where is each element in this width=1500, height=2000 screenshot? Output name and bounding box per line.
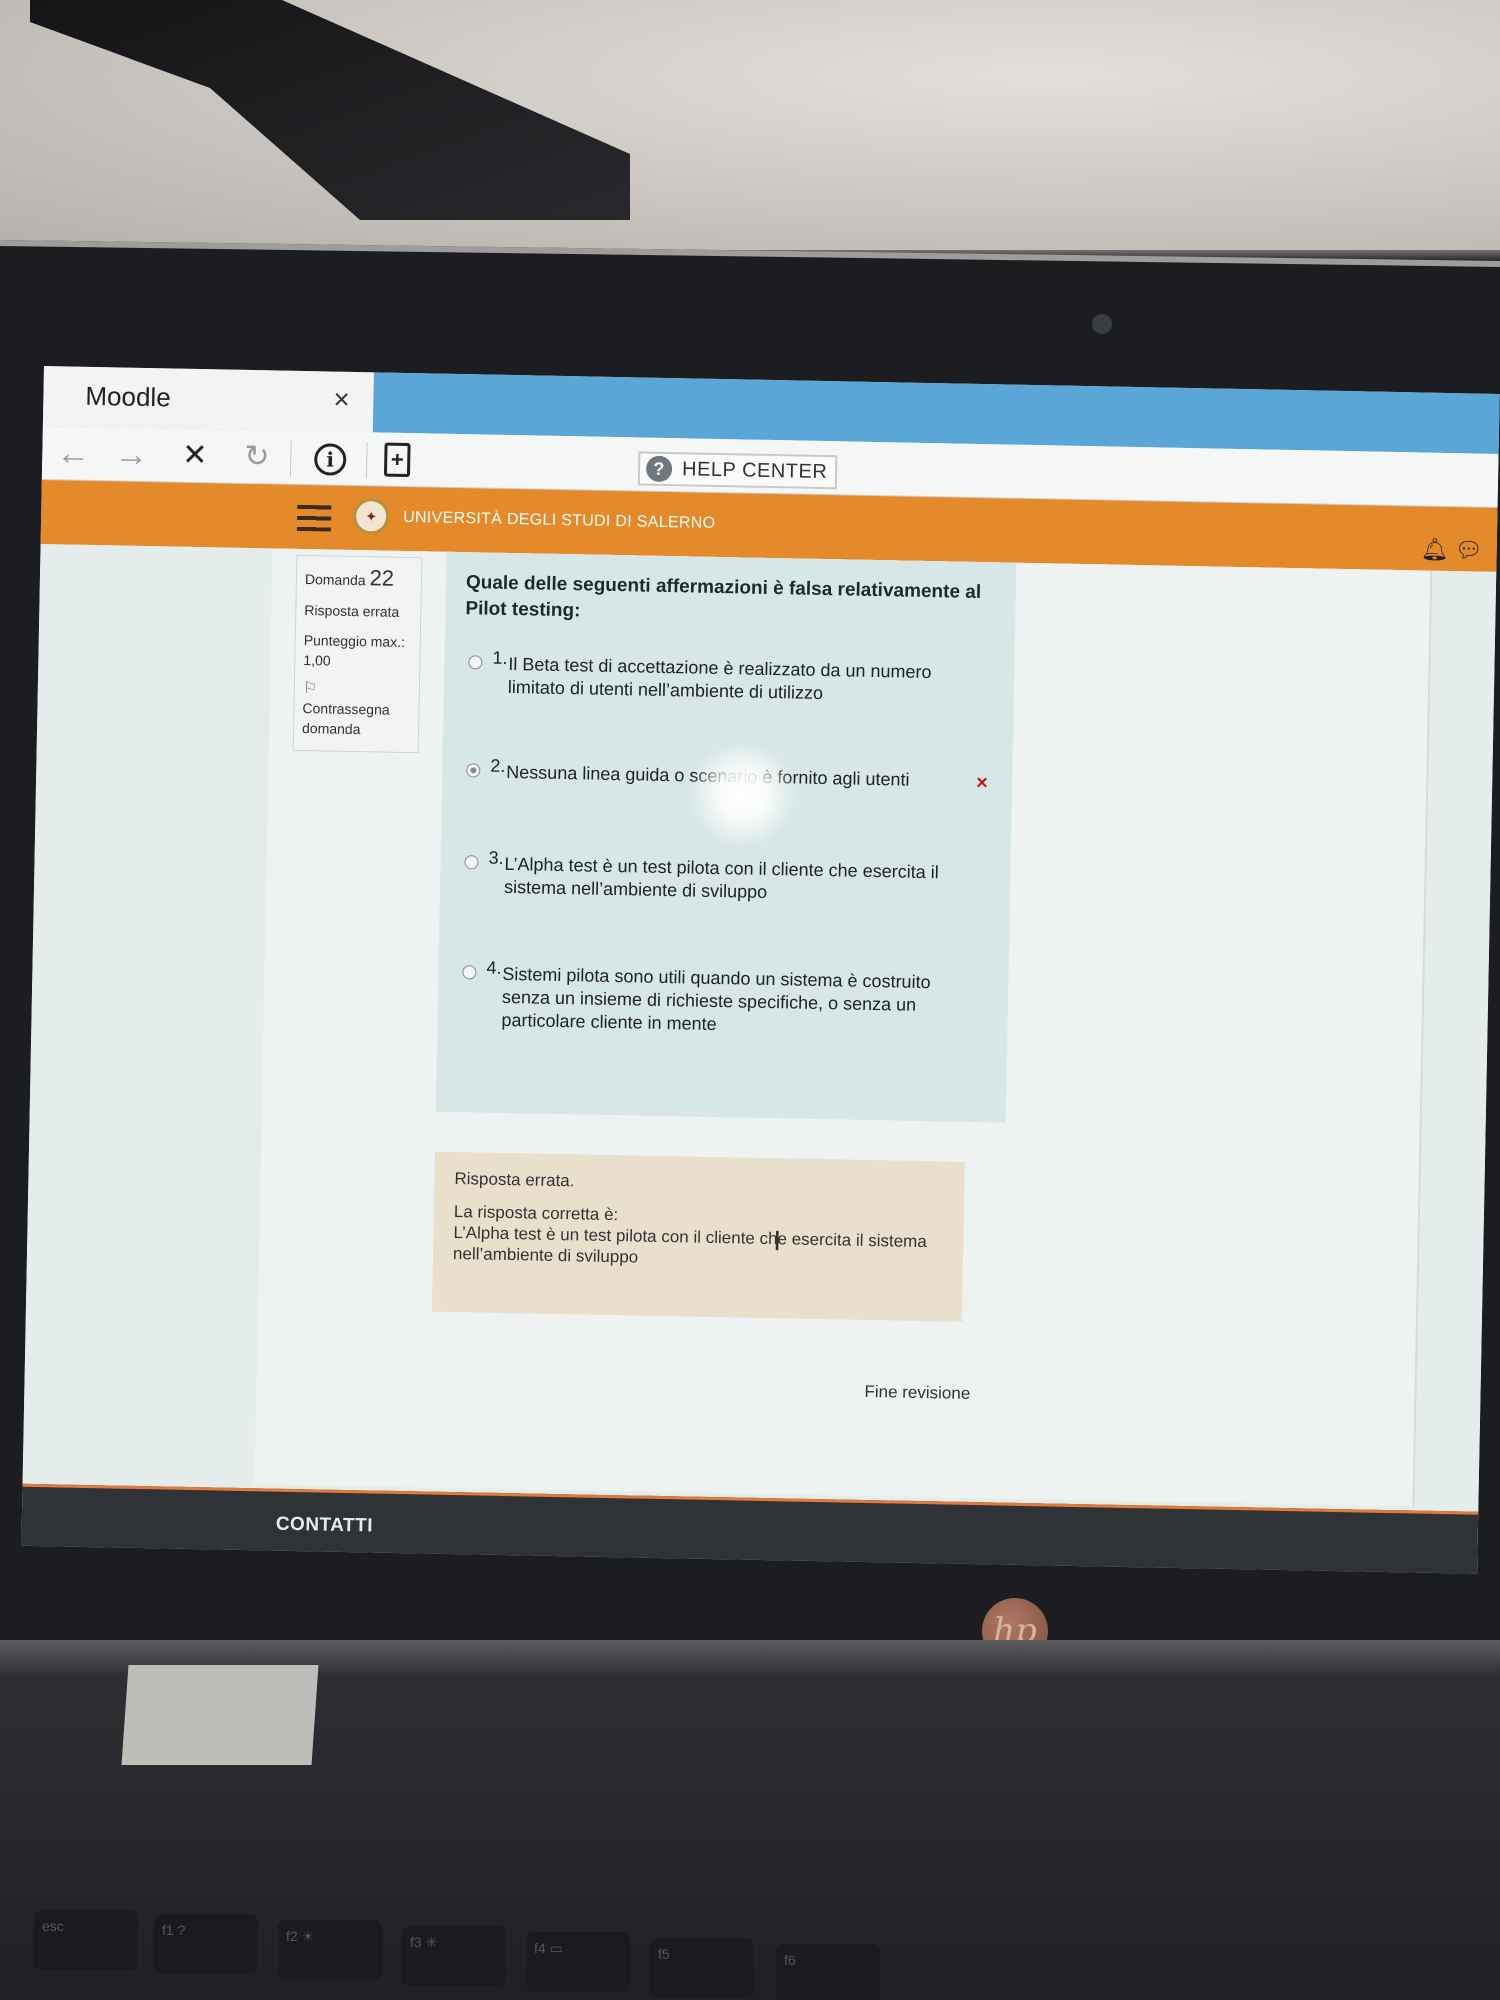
question-number-value: 22 (369, 565, 395, 591)
answer-text: Sistemi pilota sono utili quando un sist… (501, 963, 931, 1035)
flag-icon[interactable]: ⚐ (303, 678, 411, 700)
flag-question-link[interactable]: Contrassegna domanda (302, 698, 399, 740)
toolbar-divider (289, 440, 292, 477)
answer-number: 1. (492, 647, 508, 668)
answer-radio[interactable] (462, 965, 477, 980)
max-score-value: 1,00 (303, 652, 331, 669)
question-state: Risposta errata (304, 602, 400, 620)
keyboard-key: f3 ✳ (402, 1926, 506, 1986)
chat-icon[interactable]: 💬︎ (1454, 537, 1482, 564)
finish-review-link[interactable]: Fine revisione (864, 1382, 970, 1404)
help-icon: ? (645, 455, 673, 483)
answer-number: 4. (486, 957, 502, 978)
answer-option[interactable]: 4. Sistemi pilota sono utili quando un s… (461, 958, 982, 1041)
new-page-icon[interactable]: + (383, 442, 411, 478)
back-arrow-icon[interactable]: ← (56, 434, 91, 473)
main-content: Domanda 22 Risposta errata Punteggio max… (22, 543, 1497, 1512)
menu-icon[interactable] (296, 504, 332, 532)
answer-radio[interactable] (468, 655, 483, 670)
max-score-label: Punteggio max.: (303, 632, 406, 650)
keyboard-key: f1 ? (154, 1914, 258, 1974)
webcam (1092, 314, 1112, 334)
forward-arrow-icon[interactable]: → (114, 435, 149, 474)
browser-tab[interactable]: Moodle × (42, 366, 374, 433)
help-center-label: HELP CENTER (681, 458, 828, 484)
reload-icon[interactable]: ↻ (244, 438, 270, 476)
question-number-label: Domanda (304, 571, 366, 589)
question-number: Domanda 22 (305, 564, 413, 592)
text-cursor-icon: I (773, 1225, 782, 1257)
answer-text: L’Alpha test è un test pilota con il cli… (503, 853, 939, 902)
info-icon[interactable]: i (313, 443, 347, 476)
tab-title: Moodle (85, 380, 171, 413)
university-name[interactable]: UNIVERSITÀ DEGLI STUDI DI SALERNO (403, 509, 715, 533)
keyboard-key: f2 ☀ (278, 1920, 382, 1980)
bell-icon[interactable]: 🔔︎ (1420, 536, 1449, 563)
help-center-button[interactable]: ? HELP CENTER (637, 451, 838, 490)
keyboard-key: f5 (650, 1938, 754, 1998)
toolbar-divider (365, 442, 368, 479)
contacts-link[interactable]: CONTATTI (276, 1514, 374, 1538)
answer-radio-selected[interactable] (466, 763, 481, 778)
close-icon[interactable]: × (333, 384, 350, 416)
laptop-screen: Moodle × ← → ✕ ↻ i + ? HELP CENTER ✦ UNI… (21, 366, 1500, 1574)
answer-option[interactable]: 1. Il Beta test di accettazione è realiz… (468, 648, 989, 708)
answer-number: 3. (488, 847, 504, 868)
answer-option[interactable]: 3. L’Alpha test è un test pilota con il … (464, 848, 985, 908)
keyboard-key: f4 ▭ (526, 1932, 630, 1992)
stop-icon[interactable]: ✕ (182, 437, 208, 475)
question-text: Quale delle seguenti affermazioni è fals… (465, 572, 982, 622)
keyboard-key: f6 (776, 1944, 880, 2000)
university-logo: ✦ (352, 497, 390, 535)
incorrect-mark-icon: × (975, 771, 989, 795)
feedback-box: Risposta errata. La risposta corretta è:… (431, 1151, 965, 1322)
correct-answer-text: L’Alpha test è un test pilota con il cli… (452, 1223, 927, 1267)
question-info-panel: Domanda 22 Risposta errata Punteggio max… (292, 554, 423, 754)
laptop-hinge (121, 1665, 319, 1765)
answer-radio[interactable] (464, 855, 479, 870)
answer-text: Il Beta test di accettazione è realizzat… (507, 653, 932, 704)
answer-number: 2. (490, 755, 506, 776)
feedback-result: Risposta errata. (454, 1169, 575, 1191)
keyboard-key: esc (34, 1910, 138, 1970)
